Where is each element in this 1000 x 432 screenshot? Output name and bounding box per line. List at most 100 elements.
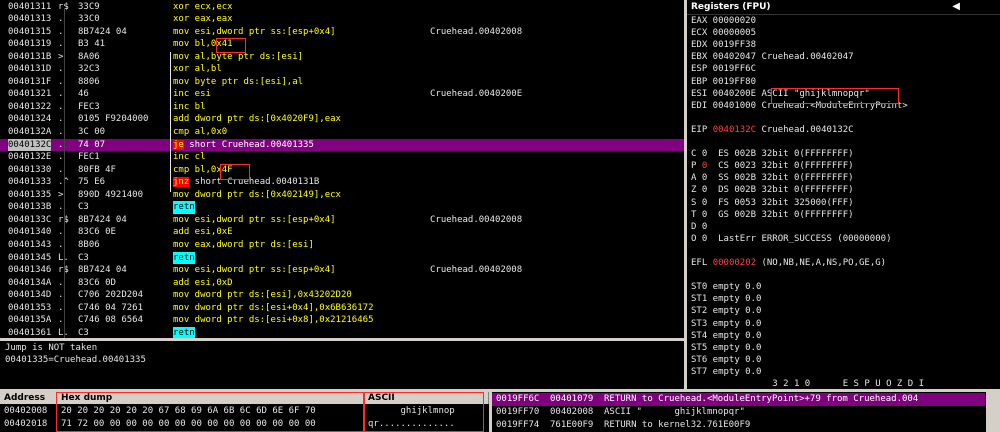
disasm-instruction: add esi,0xE bbox=[173, 227, 233, 238]
register-line[interactable]: ST0 empty 0.0 bbox=[691, 281, 761, 294]
disasm-row[interactable]: 00401345L.C3retn bbox=[0, 251, 684, 265]
disasm-marker: . bbox=[58, 39, 64, 50]
disasm-row[interactable]: 00401319. B3 41 mov bl,0x41 bbox=[0, 38, 684, 51]
register-line[interactable]: EAX 00000020 bbox=[691, 15, 756, 28]
disasm-marker: . bbox=[58, 26, 64, 37]
stack-scrollbar[interactable] bbox=[986, 392, 1000, 432]
register-line[interactable]: EBP 0019FF80 bbox=[691, 76, 756, 89]
hex-dump-pane[interactable]: Address Hex dump ASCII 00402008 20 20 20 … bbox=[0, 392, 492, 432]
disasm-hex: 74 07 bbox=[78, 139, 106, 150]
disasm-row[interactable]: 00401313. 33C0 xor eax,eax bbox=[0, 13, 684, 26]
register-line[interactable]: D 0 bbox=[691, 221, 707, 234]
disasm-address: 00401335 bbox=[8, 189, 52, 200]
disasm-row[interactable]: 00401361L.C3retn bbox=[0, 326, 684, 338]
disasm-hex: 8806 bbox=[78, 76, 100, 87]
disasm-marker: . bbox=[58, 315, 64, 326]
disasm-row[interactable]: 0040132A. 3C 00 cmp al,0x0 bbox=[0, 126, 684, 139]
disasm-address: 0040132A bbox=[8, 127, 52, 137]
disasm-address: 0040133B bbox=[8, 202, 52, 213]
register-line[interactable]: C 0 ES 002B 32bit 0(FFFFFFFF) bbox=[691, 148, 854, 161]
register-line[interactable]: ST1 empty 0.0 bbox=[691, 293, 761, 306]
register-line[interactable]: A 0 SS 002B 32bit 0(FFFFFFFF) bbox=[691, 172, 854, 185]
disasm-row[interactable]: 00401321. 46 inc esi Cruehead.0040200E bbox=[0, 88, 684, 101]
disasm-hex: 80FB 4F bbox=[78, 164, 116, 175]
disasm-row[interactable]: 0040135A. C746 08 6564 mov dword ptr ds:[e… bbox=[0, 314, 684, 327]
disasm-address: 00401319 bbox=[8, 39, 52, 50]
disasm-row[interactable]: 00401324. 0105 F9204000 add dword ptr ds:[… bbox=[0, 113, 684, 126]
disasm-row[interactable]: 0040133Cr$8B7424 04mov esi,dword ptr ss:… bbox=[0, 214, 684, 227]
disasm-hex: 33C0 bbox=[78, 14, 100, 25]
disasm-row[interactable]: 0040133B. C3 retn bbox=[0, 201, 684, 215]
stack-address: 0019FF74 bbox=[496, 419, 540, 430]
disasm-row[interactable]: 0040131F. 8806 mov byte ptr ds:[esi],al bbox=[0, 76, 684, 89]
column-header-address[interactable]: Address bbox=[0, 392, 57, 404]
registers-pane[interactable]: Registers (FPU) ◀ EAX 00000020 ECX 000000… bbox=[687, 0, 1000, 389]
disassembly-pane[interactable]: 00401311 r$ 33C9 xor ecx,ecx 00401313. 33C0 xo… bbox=[0, 0, 687, 338]
stack-comment: ASCII " ghijklmnopqr" bbox=[604, 406, 745, 417]
disasm-row[interactable]: 00401322. FEC3 inc bl bbox=[0, 101, 684, 114]
disasm-row[interactable]: 00401343. 8B06 mov eax,dword ptr ds:[esi] bbox=[0, 239, 684, 252]
register-line[interactable]: EFL 00000202 (NO,NB,NE,A,NS,PO,GE,G) bbox=[691, 257, 886, 270]
disasm-address: 00401346 bbox=[8, 265, 52, 276]
disasm-address: 0040132E bbox=[8, 152, 52, 163]
stack-row[interactable]: 0019FF70 00402008 ASCII " ghijklmnopqr" bbox=[492, 406, 985, 419]
disasm-instruction: xor ecx,ecx bbox=[173, 1, 233, 12]
disasm-row[interactable]: 00401353. C746 04 7261 mov dword ptr ds:[e… bbox=[0, 302, 684, 315]
register-line[interactable]: P 0 CS 0023 32bit 0(FFFFFFFF) bbox=[691, 160, 854, 173]
disasm-address: 00401345 bbox=[8, 252, 52, 263]
disasm-address: 00401361 bbox=[8, 327, 52, 338]
register-line[interactable]: 3 2 1 0 E S P U O Z D I bbox=[691, 378, 924, 389]
stack-pane[interactable]: 0019FF6C 00401079 RETURN to Cruehead.<Modu… bbox=[492, 392, 1000, 432]
disasm-row[interactable]: 00401346r$8B7424 04mov esi,dword ptr ss:… bbox=[0, 264, 684, 277]
disasm-instruction: mov dword ptr ds:[esi+0x8],0x21216465 bbox=[173, 315, 374, 326]
register-line[interactable]: ST6 empty 0.0 bbox=[691, 354, 761, 367]
dump-address[interactable]: 00402008 bbox=[4, 405, 47, 418]
disasm-hex: 0105 F9204000 bbox=[78, 114, 149, 125]
disasm-row[interactable]: 00401315. 8B7424 04 mov esi,dword ptr ss:[… bbox=[0, 26, 684, 39]
disasm-hex: C3 bbox=[78, 202, 89, 213]
register-line[interactable]: ST5 empty 0.0 bbox=[691, 342, 761, 355]
register-line[interactable]: ST4 empty 0.0 bbox=[691, 330, 761, 343]
disasm-row[interactable]: 0040131B >8A06 mov al,byte ptr ds:[esi] bbox=[0, 51, 684, 64]
disasm-instruction: add esi,0xD bbox=[173, 277, 233, 288]
register-line[interactable]: T 0 GS 002B 32bit 0(FFFFFFFF) bbox=[691, 209, 854, 222]
stack-row[interactable]: 0019FF6C 00401079 RETURN to Cruehead.<Modu… bbox=[492, 393, 985, 406]
register-line[interactable]: ESP 0019FF6C bbox=[691, 63, 756, 76]
register-line[interactable]: EBX 00402047 Cruehead.00402047 bbox=[691, 51, 854, 64]
disasm-marker: . bbox=[58, 302, 64, 313]
disasm-row[interactable]: 0040134A. 83C6 0D add esi,0xD bbox=[0, 277, 684, 290]
disasm-marker: . bbox=[58, 227, 64, 238]
disasm-row[interactable]: 0040132E. FEC1 inc cl bbox=[0, 151, 684, 164]
disasm-hex: 8B7424 04 bbox=[78, 265, 127, 276]
disasm-hex: 8A06 bbox=[78, 51, 100, 62]
disasm-row[interactable]: 00401330. 80FB 4F cmp bl,0x4F bbox=[0, 164, 684, 177]
dump-address[interactable]: 00402018 bbox=[4, 418, 47, 431]
disasm-row[interactable]: 00401333.^75 E6jnz short Cruehead.004013… bbox=[0, 176, 684, 189]
disasm-row[interactable]: 0040131D. 32C3 xor al,bl bbox=[0, 63, 684, 76]
disasm-row[interactable]: 00401311 r$ 33C9 xor ecx,ecx bbox=[0, 1, 684, 14]
register-line[interactable]: EIP 0040132C Cruehead.0040132C bbox=[691, 124, 854, 137]
disasm-row[interactable]: 00401340. 83C6 0E add esi,0xE bbox=[0, 226, 684, 239]
disasm-hex: 83C6 0D bbox=[78, 277, 116, 288]
register-line[interactable]: O 0 LastErr ERROR_SUCCESS (00000000) bbox=[691, 233, 891, 246]
disasm-address: 0040132C bbox=[8, 138, 52, 152]
disasm-address: 0040131F bbox=[8, 76, 52, 87]
register-line[interactable]: Z 0 DS 002B 32bit 0(FFFFFFFF) bbox=[691, 184, 854, 197]
register-line[interactable]: ST7 empty 0.0 bbox=[691, 366, 761, 379]
disasm-comment: Cruehead.00402008 bbox=[430, 265, 523, 276]
stack-row[interactable]: 0019FF74 761E00F9 RETURN to kernel32.761E0… bbox=[492, 419, 985, 432]
disasm-row[interactable]: 00401335 >890D 4921400 mov dword ptr ds:[0… bbox=[0, 189, 684, 202]
disasm-instruction: mov eax,dword ptr ds:[esi] bbox=[173, 239, 314, 250]
register-line[interactable]: ST3 empty 0.0 bbox=[691, 318, 761, 331]
register-line[interactable]: ST2 empty 0.0 bbox=[691, 305, 761, 318]
disasm-row[interactable]: 0040134D. C706 202D204 mov dword ptr ds:[e… bbox=[0, 289, 684, 302]
disasm-comment: Cruehead.00402008 bbox=[430, 26, 523, 37]
disasm-hex: 83C6 0E bbox=[78, 227, 116, 238]
register-line[interactable]: S 0 FS 0053 32bit 325000(FFF) bbox=[691, 197, 854, 210]
register-line[interactable]: ECX 00000005 bbox=[691, 27, 756, 40]
collapse-arrow-icon[interactable]: ◀ bbox=[952, 1, 960, 12]
disasm-address: 00401343 bbox=[8, 239, 52, 250]
register-line[interactable]: EDX 0019FF38 bbox=[691, 39, 756, 52]
disasm-row[interactable]: 0040132C. 74 07 je short Cruehead.00401335 bbox=[0, 138, 684, 152]
disasm-address: 00401313 bbox=[8, 14, 52, 25]
